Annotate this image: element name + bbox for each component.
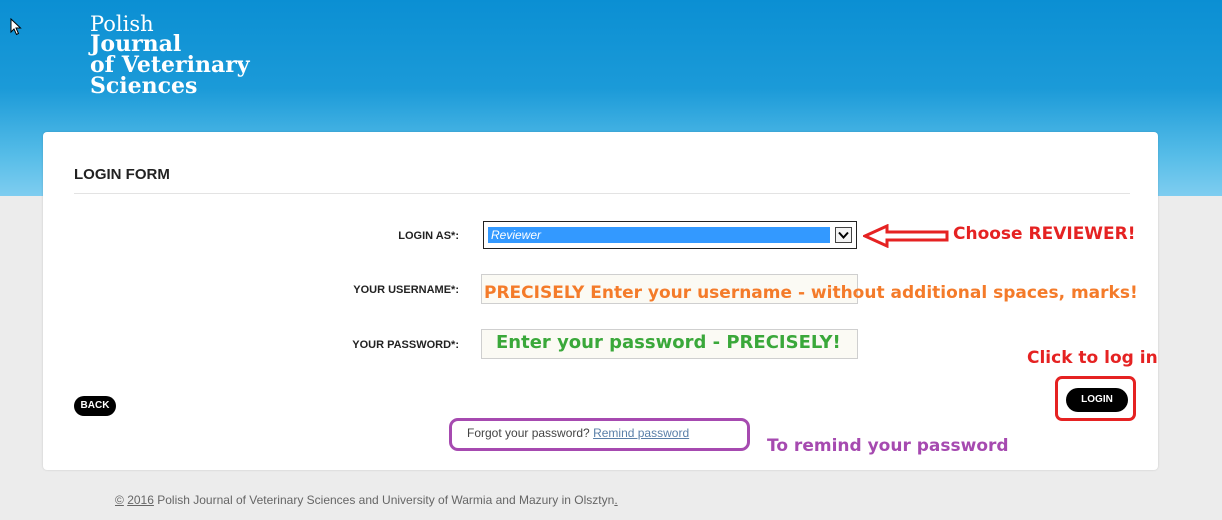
username-hint-annotation: PRECISELY Enter your username - without …: [484, 283, 1138, 303]
page-title: LOGIN FORM: [74, 166, 170, 183]
choose-reviewer-annotation: Choose REVIEWER!: [953, 224, 1136, 244]
password-hint-annotation: Enter your password - PRECISELY!: [496, 332, 841, 353]
copyright-link[interactable]: ©: [115, 493, 124, 507]
journal-logo[interactable]: Polish Journal of Veterinary Sciences: [90, 14, 250, 99]
remind-password-annotation: To remind your password: [767, 436, 1009, 456]
footer: © 2016 Polish Journal of Veterinary Scie…: [115, 493, 618, 507]
mouse-cursor-icon: [10, 18, 22, 36]
login-as-selected-value: Reviewer: [488, 227, 830, 243]
login-as-select[interactable]: Reviewer: [483, 221, 857, 249]
pointing-arrow-icon: [863, 224, 949, 248]
title-divider: [74, 193, 1130, 194]
footer-period: .: [614, 493, 618, 507]
username-label: YOUR USERNAME*:: [353, 284, 459, 296]
click-login-annotation: Click to log in: [1027, 348, 1158, 368]
remind-password-link[interactable]: Remind password: [593, 426, 689, 440]
chevron-down-icon[interactable]: [835, 227, 852, 243]
forgot-password-label: Forgot your password?: [467, 426, 590, 440]
login-as-label: LOGIN AS*:: [398, 230, 459, 242]
forgot-password-text: Forgot your password? Remind password: [467, 426, 689, 440]
footer-year-link[interactable]: 2016: [127, 493, 154, 507]
login-button[interactable]: LOGIN: [1066, 388, 1128, 412]
back-button[interactable]: BACK: [74, 396, 116, 416]
password-label: YOUR PASSWORD*:: [352, 339, 459, 351]
footer-text: Polish Journal of Veterinary Sciences an…: [157, 493, 615, 507]
logo-line-sciences: Sciences: [90, 73, 198, 99]
